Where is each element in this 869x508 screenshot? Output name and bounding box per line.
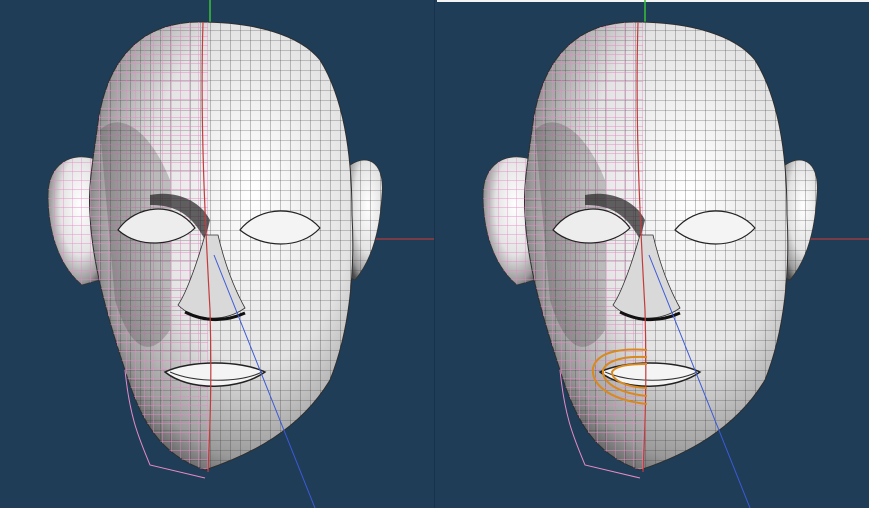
head-mesh-right[interactable] [515,15,805,485]
viewport-left[interactable] [0,0,434,508]
viewport-right[interactable] [435,0,869,508]
head-mesh-scene-left[interactable] [0,0,434,508]
modeling-app [0,0,869,508]
head-mesh-scene-right[interactable] [435,0,869,508]
head-mesh-left[interactable] [80,15,370,485]
